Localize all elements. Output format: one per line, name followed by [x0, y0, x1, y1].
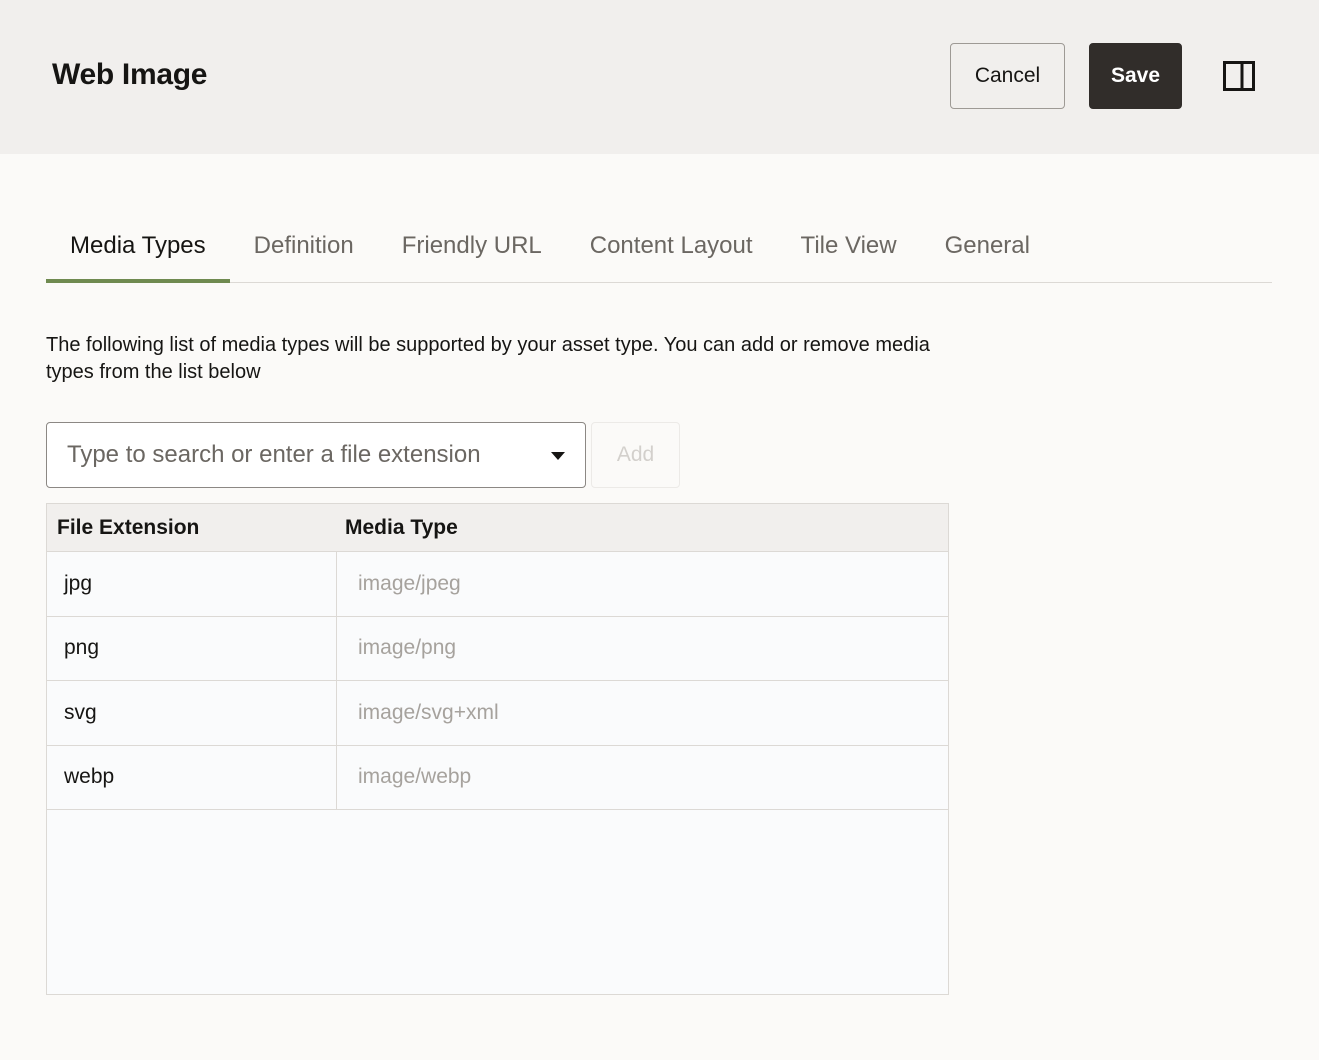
tab-definition[interactable]: Definition: [230, 210, 378, 282]
file-extension-search-input[interactable]: [47, 423, 537, 487]
page-title: Web Image: [52, 58, 208, 91]
tab-friendly-url[interactable]: Friendly URL: [378, 210, 566, 282]
media-type-cell: image/svg+xml: [358, 700, 499, 724]
file-extension-cell: webp: [47, 745, 337, 809]
add-button[interactable]: Add: [591, 422, 680, 488]
tab-bar: Media Types Definition Friendly URL Cont…: [46, 210, 1272, 283]
column-header-file-extension: File Extension: [57, 515, 200, 539]
save-button[interactable]: Save: [1089, 43, 1182, 109]
media-types-table: File Extension Media Type jpg image/jpeg…: [46, 503, 949, 995]
column-header-media-type: Media Type: [345, 515, 458, 539]
tab-tile-view[interactable]: Tile View: [777, 210, 921, 282]
file-extension-combobox[interactable]: [46, 422, 586, 488]
chevron-down-icon[interactable]: [547, 445, 569, 467]
table-row[interactable]: png image/png: [47, 616, 948, 681]
tab-general[interactable]: General: [921, 210, 1054, 282]
media-types-description: The following list of media types will b…: [46, 334, 930, 383]
panel-toggle-button[interactable]: [1216, 55, 1262, 97]
table-row[interactable]: webp image/webp: [47, 745, 948, 810]
tab-media-types[interactable]: Media Types: [46, 210, 230, 283]
file-extension-cell: jpg: [47, 552, 337, 616]
file-extension-cell: svg: [47, 681, 337, 745]
table-row[interactable]: jpg image/jpeg: [47, 552, 948, 617]
file-extension-cell: png: [47, 616, 337, 680]
table-header: File Extension Media Type: [47, 504, 948, 552]
table-row[interactable]: svg image/svg+xml: [47, 681, 948, 746]
media-type-cell: image/png: [358, 636, 457, 660]
page-header: Web Image Cancel Save: [0, 0, 1319, 154]
panel-split-icon: [1223, 61, 1255, 91]
tab-content-layout[interactable]: Content Layout: [566, 210, 777, 282]
media-type-cell: image/jpeg: [358, 571, 461, 595]
cancel-button[interactable]: Cancel: [950, 43, 1065, 109]
media-type-cell: image/webp: [358, 765, 472, 789]
